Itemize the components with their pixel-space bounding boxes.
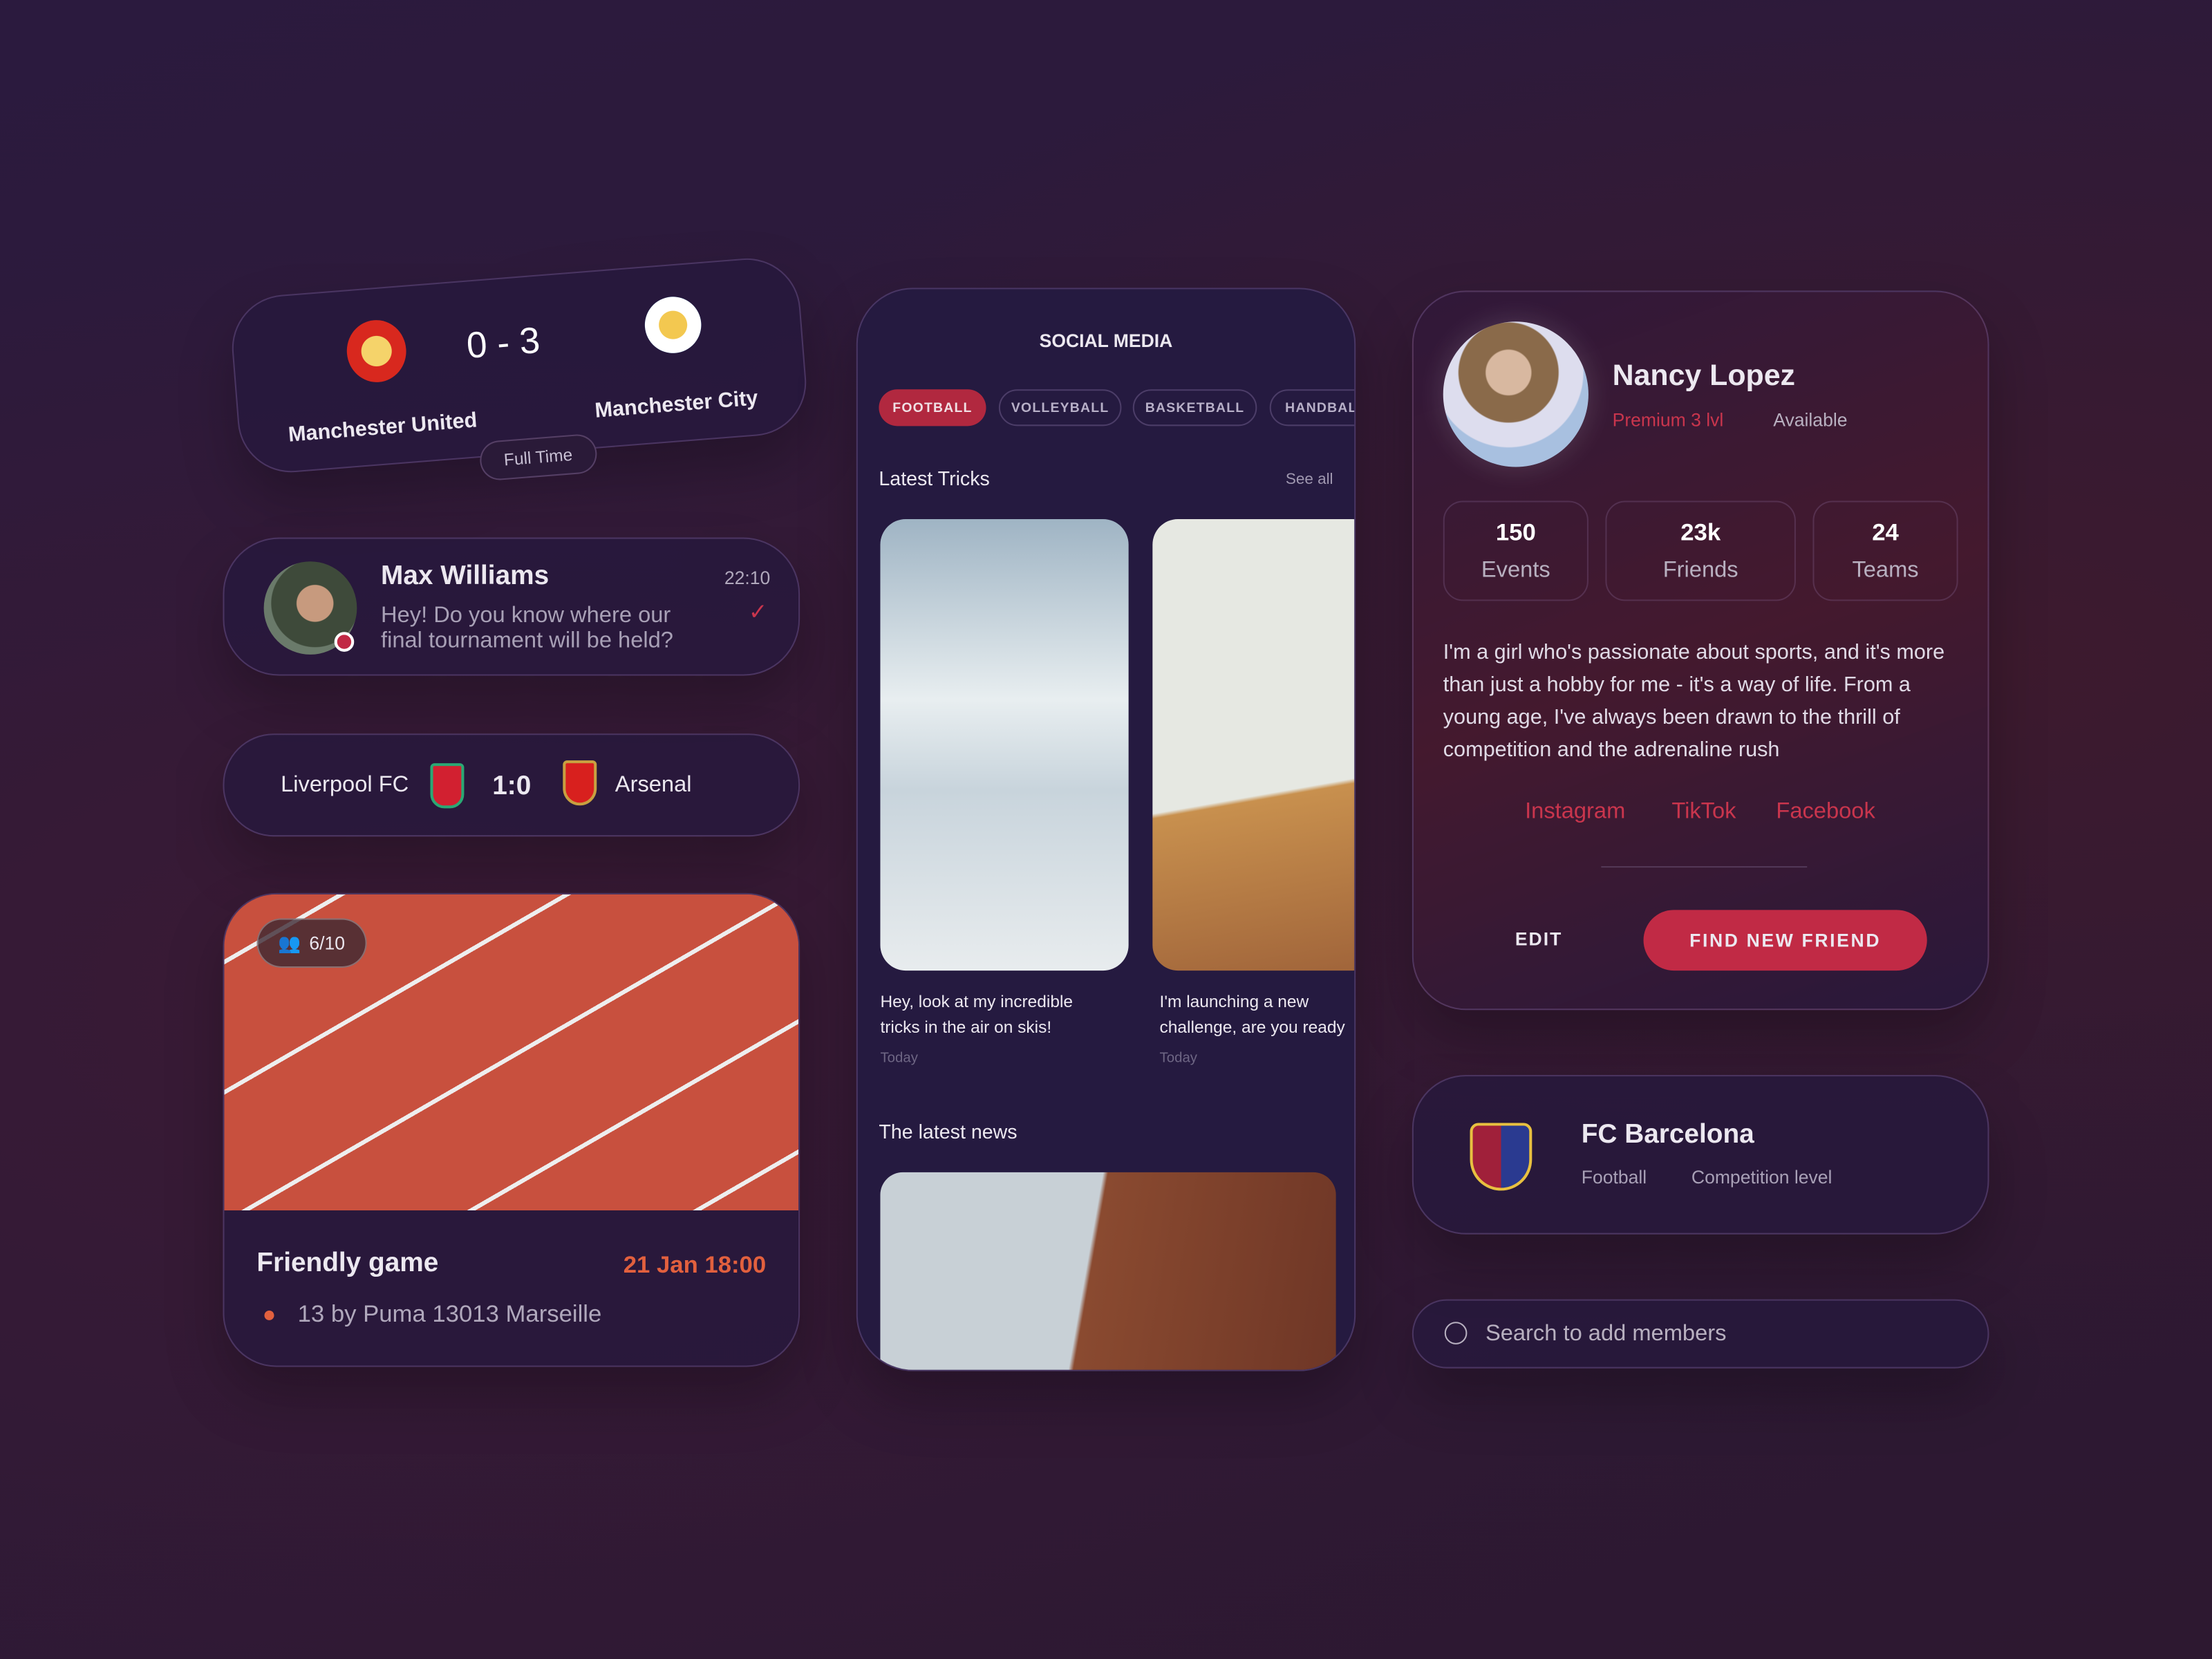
event-title: Friendly game: [256, 1248, 439, 1278]
fc-barcelona-crest-icon: [1470, 1123, 1533, 1191]
sender-name: Max Williams: [381, 561, 550, 592]
stat-value: 24: [1872, 519, 1899, 546]
instagram-link[interactable]: Instagram: [1525, 800, 1625, 825]
chip-football[interactable]: FOOTBALL: [879, 389, 986, 427]
event-location: 13 by Puma 13013 Marseille: [297, 1300, 602, 1328]
chip-handball[interactable]: HANDBAL: [1269, 389, 1355, 427]
chip-volleyball[interactable]: VOLLEYBALL: [998, 389, 1122, 427]
stat-teams: 24 Teams: [1812, 500, 1958, 601]
participants-badge: 👥 6/10: [256, 918, 366, 968]
post-date: Today: [880, 1051, 918, 1067]
post-caption-line1: I'm launching a new: [1159, 991, 1309, 1012]
home-team-name: Manchester United: [287, 408, 478, 447]
stat-value: 150: [1495, 519, 1536, 546]
facebook-link[interactable]: Facebook: [1776, 800, 1875, 825]
search-placeholder: Search to add members: [1485, 1322, 1727, 1346]
location-pin-icon: ●: [262, 1303, 276, 1328]
match-score: 0 - 3: [465, 318, 542, 367]
home-team-name: Liverpool FC: [281, 773, 409, 798]
section-title-latest-tricks: Latest Tricks: [879, 467, 990, 490]
message-time: 22:10: [724, 567, 771, 589]
participants-count: 6/10: [309, 932, 345, 954]
search-members-input[interactable]: Search to add members: [1412, 1299, 1989, 1369]
message-preview-line2: final tournament will be held?: [381, 629, 673, 653]
team-level: Competition level: [1691, 1166, 1833, 1188]
profile-bio: I'm a girl who's passionate about sports…: [1443, 640, 1945, 762]
arsenal-crest-icon: [563, 760, 597, 806]
divider: [1601, 866, 1808, 868]
team-card[interactable]: FC Barcelona Football Competition level: [1412, 1075, 1989, 1235]
event-datetime: 21 Jan 18:00: [623, 1251, 767, 1278]
ski-post-image[interactable]: [880, 519, 1129, 971]
away-team-name: Manchester City: [594, 386, 759, 423]
stat-label: Events: [1481, 559, 1550, 583]
membership-tier: Premium 3 lvl: [1612, 409, 1724, 431]
stat-label: Friends: [1662, 559, 1738, 583]
liverpool-crest-icon: [430, 763, 465, 809]
message-preview-line1: Hey! Do you know where our: [381, 603, 671, 628]
team-sport: Football: [1581, 1166, 1647, 1188]
post-date: Today: [1159, 1051, 1198, 1067]
team-name: FC Barcelona: [1581, 1120, 1754, 1150]
message-card[interactable]: Max Williams 22:10 Hey! Do you know wher…: [223, 537, 800, 676]
social-media-screen: SOCIAL MEDIA FOOTBALL VOLLEYBALL BASKETB…: [856, 288, 1356, 1371]
event-card[interactable]: 👥 6/10 Friendly game 21 Jan 18:00 ● 13 by…: [223, 892, 800, 1367]
manchester-united-crest-icon: [344, 317, 409, 385]
find-new-friend-button[interactable]: FIND NEW FRIEND: [1643, 910, 1927, 971]
post-caption-line2: tricks in the air on skis!: [880, 1017, 1052, 1037]
availability-status: Available: [1773, 409, 1848, 431]
post-caption-line2: challenge, are you ready: [1159, 1017, 1345, 1037]
news-climbing-image[interactable]: [880, 1172, 1336, 1370]
stat-events: 150 Events: [1443, 500, 1588, 601]
profile-avatar: [1443, 321, 1588, 467]
match-result-card[interactable]: Liverpool FC 1:0 Arsenal: [223, 733, 800, 837]
stat-label: Teams: [1852, 559, 1919, 583]
manchester-city-crest-icon: [642, 294, 704, 355]
search-icon: [1444, 1322, 1468, 1344]
desert-post-image[interactable]: [1152, 519, 1355, 971]
chip-basketball[interactable]: BASKETBALL: [1132, 389, 1257, 427]
match-score-card[interactable]: 0 - 3 Manchester United Manchester City …: [227, 254, 811, 482]
tiktok-link[interactable]: TikTok: [1671, 800, 1736, 825]
away-team-name: Arsenal: [615, 773, 692, 798]
edit-button[interactable]: EDIT: [1515, 928, 1563, 950]
match-score: 1:0: [492, 771, 532, 802]
profile-card: Nancy Lopez Premium 3 lvl Available 150 E…: [1412, 290, 1989, 1011]
stat-value: 23k: [1680, 519, 1721, 546]
stat-friends: 23k Friends: [1605, 500, 1796, 601]
screen-title: SOCIAL MEDIA: [1039, 330, 1173, 352]
see-all-link[interactable]: See all: [1286, 471, 1333, 488]
online-status-dot: [334, 632, 355, 652]
post-caption-line1: Hey, look at my incredible: [880, 991, 1074, 1012]
users-icon: 👥: [278, 931, 301, 953]
read-check-icon: ✓: [748, 601, 768, 626]
section-title-latest-news: The latest news: [879, 1120, 1018, 1143]
full-time-badge: Full Time: [478, 433, 598, 482]
profile-name: Nancy Lopez: [1612, 359, 1795, 393]
